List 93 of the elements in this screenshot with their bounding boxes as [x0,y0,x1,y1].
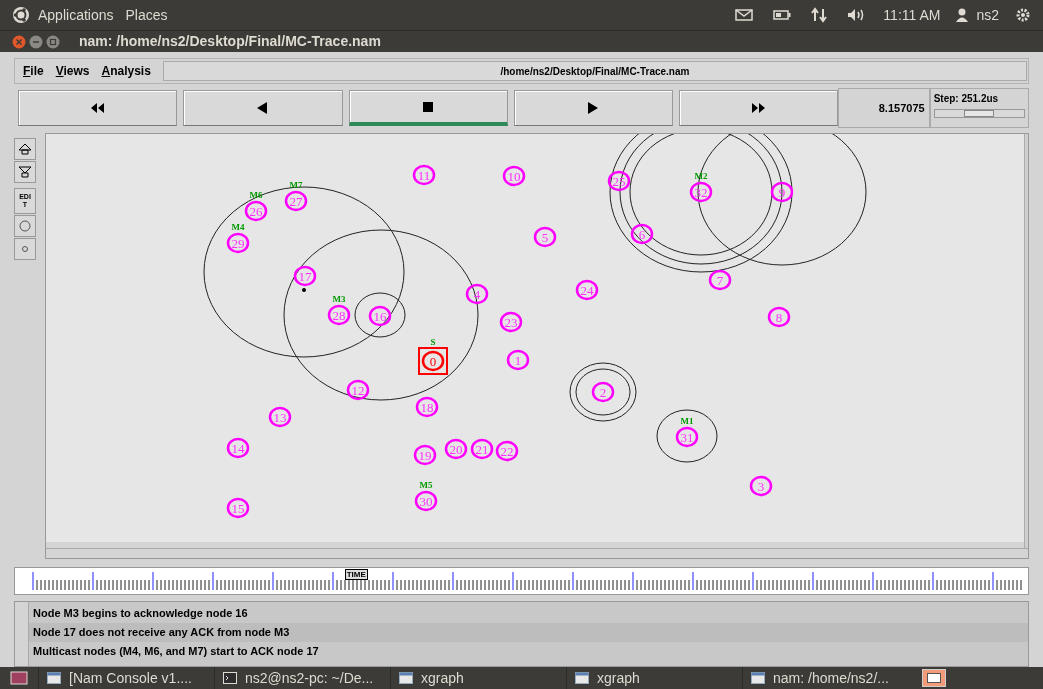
zoom-out-button[interactable] [14,161,36,183]
window-icon [47,672,61,684]
mail-icon[interactable] [735,9,754,21]
network-node[interactable]: 27 [284,190,308,212]
network-node[interactable]: 22 [495,440,519,462]
network-node[interactable]: 12 [346,379,370,401]
taskbar-item[interactable]: xgraph [390,667,566,689]
battery-icon[interactable] [773,10,792,20]
network-node[interactable]: 8 [767,306,791,328]
network-node[interactable]: 5 [533,226,557,248]
taskbar-item[interactable]: ns2@ns2-pc: ~/De... [214,667,390,689]
network-node[interactable]: 17 [293,265,317,287]
show-desktop-icon[interactable] [10,671,28,685]
network-node[interactable]: 18 [415,396,439,418]
window-icon [927,673,941,683]
menu-item[interactable]: Views [55,62,90,80]
network-node[interactable]: 24 [575,279,599,301]
network-node[interactable]: 20 [444,438,468,460]
timeline-marker[interactable]: TIME [344,569,368,580]
node-tag: M3 [332,294,346,304]
range-circle [575,368,631,416]
source-node[interactable]: 0 [418,347,448,375]
close-icon[interactable] [12,34,26,49]
network-node[interactable]: 10 [502,165,526,187]
step-label: Step: 251.2us [933,92,1000,106]
network-node[interactable]: 7 [708,269,732,291]
node-tag: M5 [419,480,433,490]
circle-icon [18,219,32,233]
range-circle [656,409,718,463]
fast-forward-icon [751,102,767,114]
packet-dot [302,288,306,292]
clock-text[interactable]: 11:11 AM [883,4,941,26]
window-icon [575,672,589,684]
settings-icon[interactable] [1015,7,1031,23]
node-tag: M4 [231,222,245,232]
network-node[interactable]: 13 [268,406,292,428]
range-circle [569,362,637,422]
network-node[interactable]: 21 [470,438,494,460]
fast-forward-button[interactable] [679,90,839,126]
zoom-out-icon [17,164,33,180]
network-node[interactable]: 28 [327,304,351,326]
node-tag: M1 [680,416,694,426]
network-node[interactable]: 26 [244,200,268,222]
network-node[interactable]: 2 [591,381,615,403]
fast-rewind-button[interactable] [18,90,178,126]
play-button[interactable] [513,90,673,126]
panel-menu[interactable]: Places [125,4,168,26]
maximize-icon[interactable] [46,34,60,49]
rewind-button[interactable] [183,90,343,126]
zoom-in-icon [17,141,33,157]
window-icon [751,672,765,684]
network-node[interactable]: 30 [414,490,438,512]
ubuntu-logo-icon[interactable] [12,6,30,24]
user-name[interactable]: ns2 [976,4,999,26]
minimize-icon[interactable] [29,34,43,49]
circle-tool-button[interactable] [14,215,36,237]
network-node[interactable]: 15 [226,497,250,519]
terminal-icon [223,672,237,684]
network-node[interactable]: 14 [226,437,250,459]
panel-menu[interactable]: Applications [38,4,114,26]
stop-icon [420,100,436,113]
file-path-field: /home/ns2/Desktop/Final/MC-Trace.nam [162,61,1027,81]
network-node[interactable]: 11 [412,164,436,186]
window-title: nam: /home/ns2/Desktop/Final/MC-Trace.nam [79,32,381,51]
time-display: 8.157075 [838,88,930,128]
network-node[interactable]: 23 [499,311,523,333]
workspace-switcher[interactable] [922,669,946,687]
network-node[interactable]: 29 [226,232,250,254]
network-node[interactable]: 16 [368,305,392,327]
network-node[interactable]: 4 [465,283,489,305]
network-node[interactable]: 19 [413,444,437,466]
window-icon [399,672,413,684]
network-node[interactable]: 3 [749,475,773,497]
user-icon[interactable] [956,8,969,22]
menu-item[interactable]: Analysis [101,62,151,80]
slider-thumb[interactable] [964,110,995,117]
step-slider[interactable] [933,109,1025,118]
zoom-in-button[interactable] [14,138,36,160]
node-tag: M6 [249,190,263,200]
menu-item[interactable]: File [23,62,44,80]
network-node[interactable]: 6 [630,223,654,245]
fast-rewind-icon [90,102,106,114]
timeline-slider[interactable]: TIME [14,567,1029,595]
network-arrows-icon[interactable] [811,7,828,23]
network-node[interactable]: 1 [506,349,530,371]
node-tag: S [430,337,436,347]
node-tag: M2 [694,171,708,181]
stop-button[interactable] [348,90,508,126]
network-node[interactable]: 31 [675,426,699,448]
taskbar-item[interactable]: xgraph [566,667,742,689]
taskbar-item[interactable]: [Nam Console v1.... [38,667,214,689]
dot-tool-button[interactable] [14,238,36,260]
taskbar-item[interactable]: nam: /home/ns2/... [742,667,918,689]
